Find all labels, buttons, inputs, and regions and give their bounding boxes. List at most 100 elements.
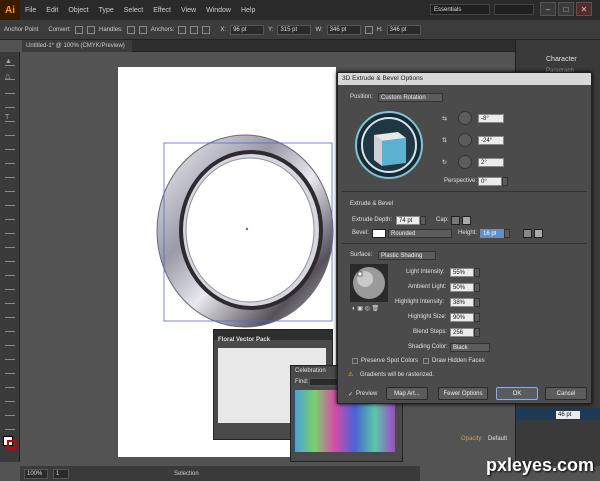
menu-file[interactable]: File (20, 7, 41, 14)
position-dropdown[interactable]: Custom Rotation (378, 93, 443, 102)
direct-selection-tool-icon[interactable]: △ (5, 72, 15, 80)
link-icon[interactable] (364, 25, 373, 34)
blend-steps-slider-icon[interactable] (474, 328, 480, 337)
preview-check-icon[interactable]: ✓ (348, 391, 353, 398)
y-field[interactable]: 315 pt (277, 24, 312, 35)
ambient-light-slider-icon[interactable] (474, 283, 480, 292)
maximize-icon[interactable]: □ (558, 2, 574, 16)
blend-tool-icon[interactable] (5, 338, 15, 346)
menu-view[interactable]: View (176, 7, 201, 14)
zoom-tool-icon[interactable] (5, 422, 15, 430)
cap-off-icon[interactable] (462, 216, 471, 225)
document-tab[interactable]: Untitled-1* @ 100% (CMYK/Preview) (22, 40, 132, 52)
ok-button[interactable]: OK (496, 387, 538, 400)
convert-corner-icon[interactable] (75, 25, 84, 34)
artboard-tool-icon[interactable] (5, 380, 15, 388)
cut-path-icon[interactable] (202, 25, 211, 34)
pen-tool-icon[interactable] (5, 100, 15, 108)
rotate-x-field[interactable]: -8° (478, 114, 504, 123)
remove-anchor-icon[interactable] (178, 25, 187, 34)
convert-smooth-icon[interactable] (87, 25, 96, 34)
hand-tool-icon[interactable] (5, 408, 15, 416)
ring-artwork[interactable] (150, 125, 350, 345)
search-input[interactable] (494, 4, 534, 15)
menu-window[interactable]: Window (201, 7, 236, 14)
magic-wand-tool-icon[interactable] (5, 86, 15, 94)
bevel-extent-out-icon[interactable] (523, 229, 532, 238)
bevel-extent-in-icon[interactable] (534, 229, 543, 238)
eyedropper-tool-icon[interactable] (5, 324, 15, 332)
highlight-intensity-slider-icon[interactable] (474, 298, 480, 307)
paintbrush-tool-icon[interactable] (5, 156, 15, 164)
graph-tool-icon[interactable] (5, 366, 15, 374)
free-transform-tool-icon[interactable] (5, 254, 15, 262)
highlight-intensity-field[interactable]: 38% (450, 298, 474, 307)
gradient-tool-icon[interactable] (5, 310, 15, 318)
cancel-button[interactable]: Cancel (545, 387, 587, 400)
close-icon[interactable]: ✕ (576, 2, 592, 16)
extrude-depth-slider-icon[interactable] (420, 216, 426, 225)
stroke-weight-field[interactable]: 46 pt (556, 411, 580, 419)
eraser-tool-icon[interactable] (5, 198, 15, 206)
rotate-z-field[interactable]: 2° (478, 158, 504, 167)
preserve-spot-checkbox[interactable] (352, 358, 358, 364)
handles-show-icon[interactable] (126, 25, 135, 34)
page-field[interactable]: 1 (53, 468, 69, 479)
slice-tool-icon[interactable] (5, 394, 15, 402)
light-controls-icon[interactable]: ◐ ▣ ◎ 🗑 (352, 305, 379, 312)
type-tool-icon[interactable]: T (5, 114, 15, 122)
x-field[interactable]: 96 pt (230, 24, 265, 35)
rotate-z-dial[interactable] (458, 155, 472, 169)
stroke-swatch[interactable] (7, 440, 17, 450)
rotate-y-dial[interactable] (458, 133, 472, 147)
character-panel-tab[interactable]: Character (546, 56, 577, 63)
mesh-tool-icon[interactable] (5, 296, 15, 304)
height-slider-icon[interactable] (504, 229, 510, 238)
menu-object[interactable]: Object (63, 7, 93, 14)
w-field[interactable]: 346 pt (326, 24, 361, 35)
menu-effect[interactable]: Effect (148, 7, 176, 14)
menu-edit[interactable]: Edit (41, 7, 63, 14)
perspective-grid-tool-icon[interactable] (5, 282, 15, 290)
perspective-slider-icon[interactable] (502, 177, 508, 186)
h-field[interactable]: 346 pt (386, 24, 421, 35)
menu-help[interactable]: Help (236, 7, 260, 14)
rotate-tool-icon[interactable] (5, 212, 15, 220)
selection-tool-icon[interactable]: ▲ (5, 58, 15, 66)
light-intensity-slider-icon[interactable] (474, 268, 480, 277)
lighting-sphere[interactable] (350, 264, 388, 302)
surface-dropdown[interactable]: Plastic Shading (378, 251, 436, 260)
draw-hidden-checkbox[interactable] (423, 358, 429, 364)
bevel-dropdown[interactable]: Rounded (388, 229, 452, 238)
celebration-tab[interactable]: Celebration (295, 368, 326, 374)
pencil-tool-icon[interactable] (5, 170, 15, 178)
rotation-cube-preview[interactable] (354, 110, 424, 180)
menu-select[interactable]: Select (119, 7, 148, 14)
perspective-field[interactable]: 0° (478, 177, 502, 186)
scale-tool-icon[interactable] (5, 226, 15, 234)
blend-steps-field[interactable]: 256 (450, 328, 474, 337)
rotate-y-field[interactable]: -24° (478, 136, 504, 145)
fewer-options-button[interactable]: Fewer Options (438, 387, 488, 400)
extrude-depth-field[interactable]: 74 pt (396, 216, 420, 225)
line-tool-icon[interactable] (5, 128, 15, 136)
map-art-button[interactable]: Map Art... (386, 387, 428, 400)
width-tool-icon[interactable] (5, 240, 15, 248)
workspace-switcher[interactable]: Essentials (430, 4, 490, 15)
menu-type[interactable]: Type (94, 7, 119, 14)
ambient-light-field[interactable]: 50% (450, 283, 474, 292)
highlight-size-field[interactable]: 90% (450, 313, 474, 322)
rotate-x-dial[interactable] (458, 111, 472, 125)
cap-on-icon[interactable] (451, 216, 460, 225)
minimize-icon[interactable]: – (540, 2, 556, 16)
rectangle-tool-icon[interactable] (5, 142, 15, 150)
height-field[interactable]: 16 pt (480, 229, 504, 238)
highlight-size-slider-icon[interactable] (474, 313, 480, 322)
handles-hide-icon[interactable] (138, 25, 147, 34)
zoom-field[interactable]: 100% (24, 468, 48, 479)
blob-brush-tool-icon[interactable] (5, 184, 15, 192)
shading-color-dropdown[interactable]: Black (450, 343, 490, 352)
shape-builder-tool-icon[interactable] (5, 268, 15, 276)
symbol-sprayer-tool-icon[interactable] (5, 352, 15, 360)
light-intensity-field[interactable]: 55% (450, 268, 474, 277)
